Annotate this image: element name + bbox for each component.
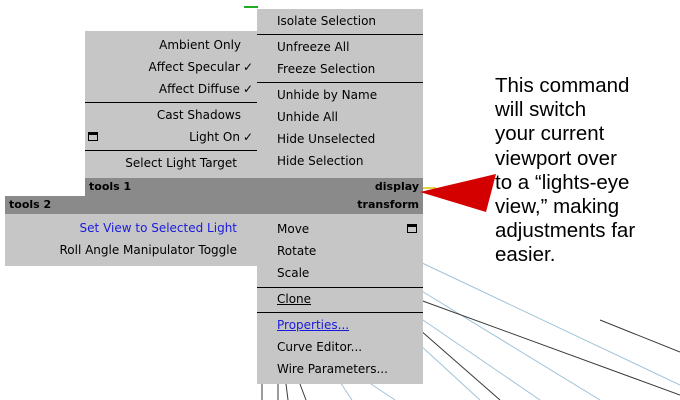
caption-line: will switch (495, 98, 587, 122)
caption-line: This command (495, 74, 630, 97)
caption-line: to a “lights-eye (495, 170, 630, 194)
caption-line: your current (495, 122, 605, 146)
callout-caption: This command will switch your current vi… (495, 74, 677, 268)
caption-line: viewport over (495, 146, 617, 170)
caption-line: easier. (495, 243, 556, 267)
caption-line: adjustments far (495, 219, 636, 243)
caption-line: view,” making (495, 195, 620, 219)
arrow-head-icon (420, 174, 496, 212)
